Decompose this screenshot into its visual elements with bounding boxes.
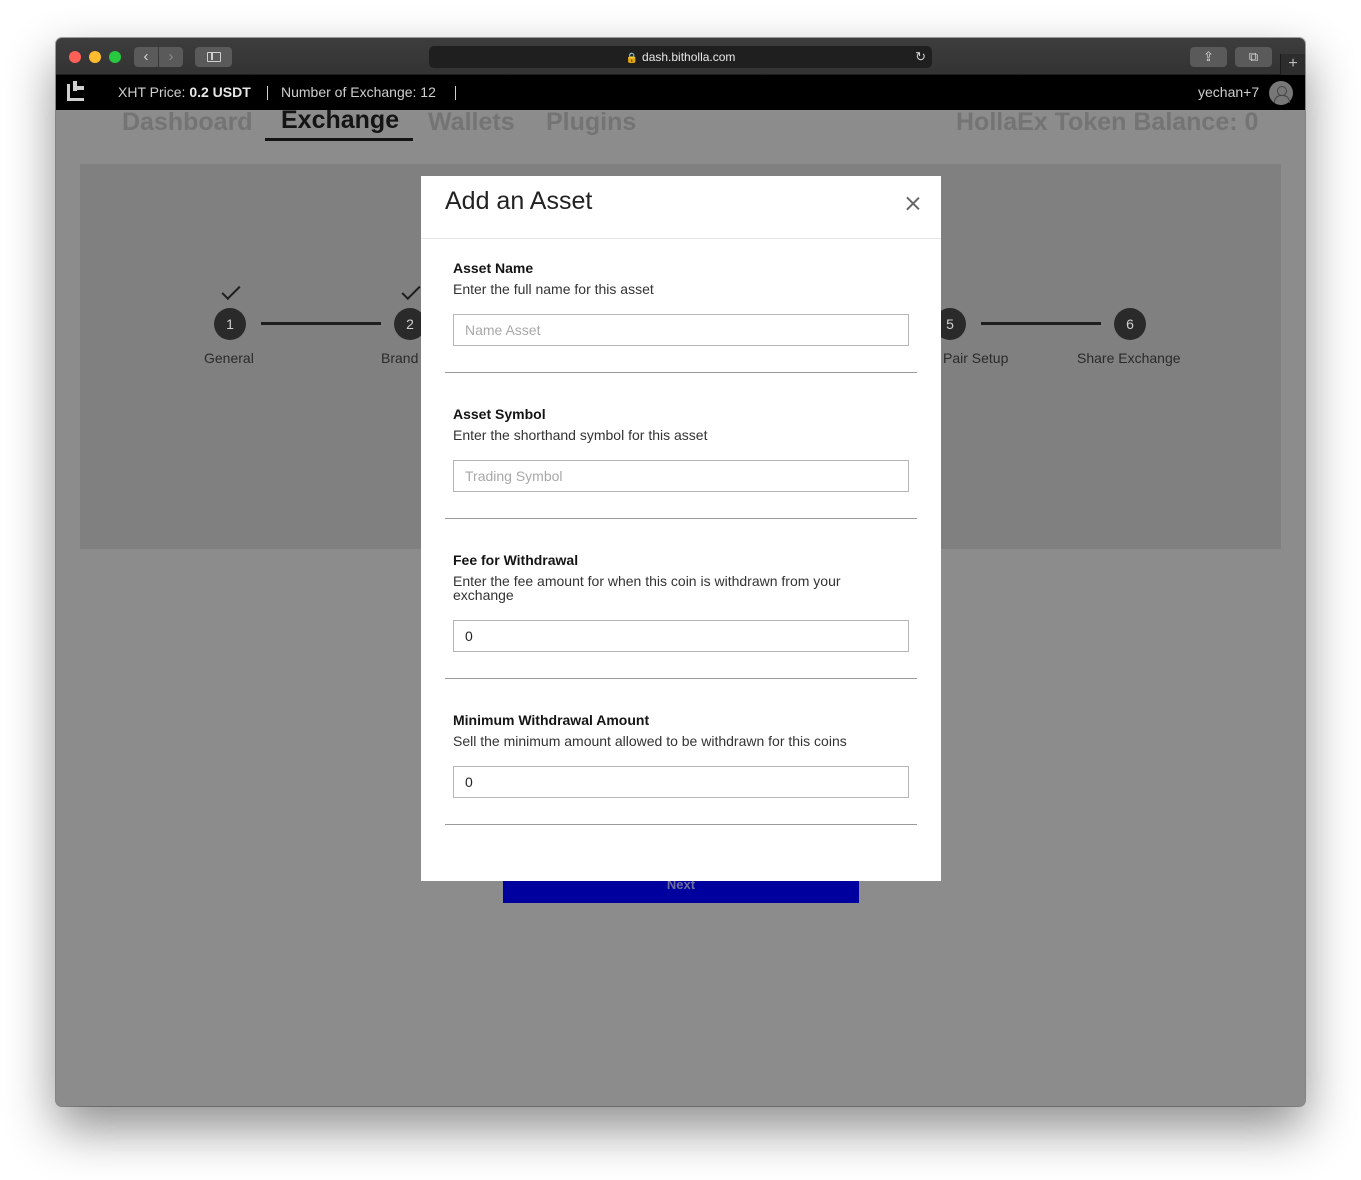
chevron-left-icon: ‹ xyxy=(143,48,149,65)
checkmark-icon xyxy=(221,280,241,301)
zoom-window-button[interactable] xyxy=(109,51,121,63)
asset-name-label: Asset Name xyxy=(453,260,534,276)
app-header: XHT Price: 0.2 USDT Number of Exchange: … xyxy=(56,75,1305,110)
share-button[interactable]: ⇪ xyxy=(1190,47,1227,67)
browser-window: ‹ › 🔒 dash.bitholla.com ↻ ⇪ ⧉ + XHT Price… xyxy=(56,38,1305,1106)
field-divider xyxy=(445,372,917,373)
exchange-count: Number of Exchange: 12 xyxy=(281,84,436,100)
chevron-right-icon: › xyxy=(168,48,174,65)
xht-price-label: XHT Price: xyxy=(118,84,186,100)
xht-price-value: 0.2 USDT xyxy=(189,84,251,100)
tab-dashboard[interactable]: Dashboard xyxy=(122,110,253,135)
withdrawal-fee-input[interactable] xyxy=(453,620,909,652)
min-withdrawal-description: Sell the minimum amount allowed to be wi… xyxy=(453,733,847,749)
tabs-icon: ⧉ xyxy=(1248,49,1259,64)
browser-titlebar: ‹ › 🔒 dash.bitholla.com ↻ ⇪ ⧉ + xyxy=(56,38,1305,75)
reload-icon[interactable]: ↻ xyxy=(915,46,926,68)
step-6-label: Share Exchange xyxy=(1077,350,1181,366)
tab-plugins[interactable]: Plugins xyxy=(546,110,636,135)
step-1-label: General xyxy=(204,350,254,366)
close-icon[interactable] xyxy=(905,196,921,212)
modal-header: Add an Asset xyxy=(421,176,941,239)
step-connector xyxy=(981,322,1101,325)
asset-name-input[interactable] xyxy=(453,314,909,346)
minimize-window-button[interactable] xyxy=(89,51,101,63)
field-divider xyxy=(445,518,917,519)
hollaex-logo-icon[interactable] xyxy=(67,81,84,101)
modal-title: Add an Asset xyxy=(445,187,593,215)
token-balance: HollaEx Token Balance: 0 xyxy=(956,108,1259,136)
back-button[interactable]: ‹ xyxy=(134,47,158,67)
lock-icon: 🔒 xyxy=(625,53,639,64)
min-withdrawal-input[interactable] xyxy=(453,766,909,798)
url-text: dash.bitholla.com xyxy=(642,50,736,64)
plus-icon: + xyxy=(1288,55,1298,72)
close-window-button[interactable] xyxy=(69,51,81,63)
address-bar[interactable]: 🔒 dash.bitholla.com ↻ xyxy=(429,46,932,68)
step-2-label: Brand xyxy=(381,350,419,366)
active-tab-indicator xyxy=(265,138,413,141)
user-avatar-icon[interactable] xyxy=(1269,81,1293,105)
step-6[interactable]: 6 xyxy=(1114,308,1146,340)
forward-button[interactable]: › xyxy=(159,47,183,67)
xht-price: XHT Price: 0.2 USDT xyxy=(118,75,251,110)
tab-wallets[interactable]: Wallets xyxy=(428,110,515,135)
field-divider xyxy=(445,824,917,825)
add-asset-modal: Add an Asset Asset Name Enter the full n… xyxy=(421,176,941,881)
withdrawal-fee-label: Fee for Withdrawal xyxy=(453,552,579,568)
checkmark-icon xyxy=(401,280,421,301)
asset-symbol-label: Asset Symbol xyxy=(453,406,546,422)
share-icon: ⇪ xyxy=(1203,49,1214,64)
field-divider xyxy=(445,678,917,679)
step-5-label: Pair Setup xyxy=(943,350,1009,366)
step-connector xyxy=(261,322,381,325)
withdrawal-fee-description: Enter the fee amount for when this coin … xyxy=(453,573,841,603)
min-withdrawal-label: Minimum Withdrawal Amount xyxy=(453,712,650,728)
header-divider xyxy=(455,86,456,100)
sidebar-toggle-button[interactable] xyxy=(195,47,232,67)
tab-exchange[interactable]: Exchange xyxy=(281,108,399,133)
asset-name-description: Enter the full name for this asset xyxy=(453,281,654,297)
step-1[interactable]: 1 xyxy=(214,308,246,340)
tabs-overview-button[interactable]: ⧉ xyxy=(1235,47,1272,67)
asset-symbol-input[interactable] xyxy=(453,460,909,492)
asset-symbol-description: Enter the shorthand symbol for this asse… xyxy=(453,427,708,443)
new-tab-button[interactable]: + xyxy=(1280,54,1305,75)
header-divider xyxy=(267,86,268,100)
sidebar-icon xyxy=(207,52,221,62)
username[interactable]: yechan+7 xyxy=(1198,75,1259,110)
